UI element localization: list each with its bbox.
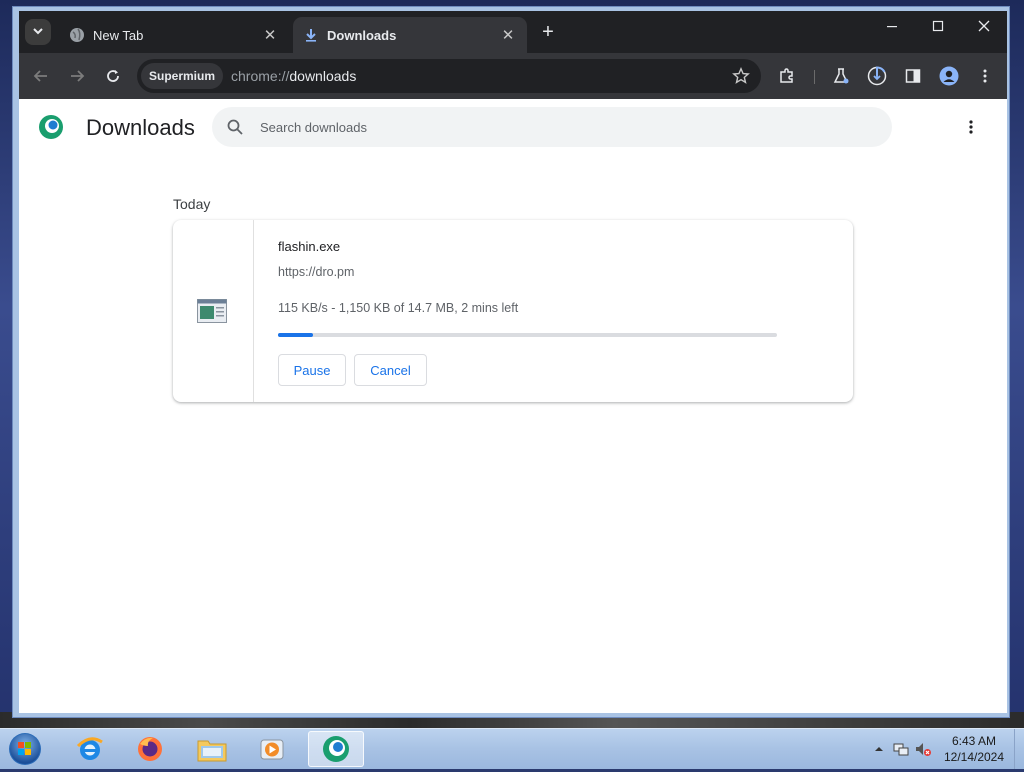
side-panel-icon	[905, 69, 921, 83]
close-icon[interactable]: ✕	[261, 26, 279, 44]
url-text[interactable]: chrome://downloads	[231, 68, 356, 84]
taskbar-app-media-player[interactable]	[244, 731, 300, 767]
avatar-icon	[939, 66, 959, 86]
system-tray	[868, 729, 934, 769]
browser-menu-button[interactable]	[973, 64, 997, 88]
tab-label: Downloads	[327, 27, 397, 43]
browser-toolbar: Supermium chrome://downloads	[19, 53, 1007, 99]
search-input[interactable]	[258, 118, 862, 136]
tab-downloads[interactable]: Downloads ✕	[293, 17, 527, 53]
download-progress-icon	[867, 66, 887, 86]
chevron-down-icon	[32, 25, 44, 40]
reload-button[interactable]	[101, 64, 125, 88]
window-controls	[869, 11, 1007, 41]
show-hidden-icons-button[interactable]	[868, 738, 890, 760]
more-vert-icon	[983, 69, 987, 83]
date-heading: Today	[173, 196, 211, 212]
star-icon	[732, 67, 750, 84]
taskbar: 6:43 AM 12/14/2024	[0, 728, 1024, 769]
firefox-icon	[138, 737, 162, 761]
cancel-button[interactable]: Cancel	[354, 354, 427, 386]
downloads-toolbar-button[interactable]	[865, 64, 889, 88]
url-host: downloads	[289, 68, 357, 84]
executable-file-icon	[197, 299, 227, 323]
download-item: flashin.exe https://dro.pm 115 KB/s - 1,…	[173, 220, 853, 402]
flask-icon	[833, 68, 849, 84]
globe-icon	[69, 27, 85, 43]
file-explorer-icon	[197, 740, 227, 762]
download-status: 115 KB/s - 1,150 KB of 14.7 MB, 2 mins l…	[278, 301, 519, 315]
labs-button[interactable]	[829, 64, 853, 88]
taskbar-app-internet-explorer[interactable]	[62, 731, 118, 767]
reload-icon	[107, 70, 119, 82]
minimize-icon	[887, 26, 897, 28]
taskbar-app-firefox[interactable]	[122, 731, 178, 767]
browser-frame: New Tab ✕ Downloads ✕ + Supermium chrome…	[19, 11, 1007, 713]
network-tray-button[interactable]	[890, 738, 912, 760]
internet-explorer-icon	[76, 737, 103, 760]
maximize-icon	[932, 20, 944, 32]
media-player-icon	[260, 739, 284, 760]
extensions-button[interactable]	[775, 64, 799, 88]
downloads-page: Downloads Today flashin.exe	[19, 99, 1007, 713]
address-bar[interactable]: Supermium chrome://downloads	[137, 59, 761, 93]
volume-muted-icon	[916, 743, 931, 756]
clock-date: 12/14/2024	[943, 750, 1005, 764]
close-window-button[interactable]	[961, 11, 1007, 41]
page-title: Downloads	[86, 115, 195, 140]
close-icon[interactable]: ✕	[499, 26, 517, 44]
pause-button[interactable]: Pause	[278, 354, 346, 386]
puzzle-icon	[780, 68, 793, 83]
start-button[interactable]	[6, 731, 44, 767]
file-icon-column	[173, 220, 254, 402]
arrow-left-icon	[33, 70, 47, 82]
supermium-logo-icon	[37, 113, 65, 141]
side-panel-button[interactable]	[901, 64, 925, 88]
download-details: flashin.exe https://dro.pm 115 KB/s - 1,…	[278, 220, 838, 402]
minimize-button[interactable]	[869, 11, 915, 41]
bookmark-star-button[interactable]	[729, 64, 753, 88]
chevron-up-icon	[875, 747, 883, 751]
supermium-icon	[323, 736, 349, 762]
profile-button[interactable]	[937, 64, 961, 88]
tab-new-tab[interactable]: New Tab ✕	[59, 17, 289, 53]
show-desktop-button[interactable]	[1014, 729, 1024, 769]
progress-bar	[278, 333, 777, 337]
clock-time: 6:43 AM	[951, 734, 997, 748]
toolbar-divider	[814, 70, 815, 84]
back-button[interactable]	[29, 64, 53, 88]
volume-tray-button[interactable]	[912, 738, 934, 760]
arrow-right-icon	[71, 70, 85, 82]
search-icon	[227, 119, 243, 135]
maximize-button[interactable]	[915, 11, 961, 41]
plus-icon: +	[542, 20, 554, 43]
tab-search-button[interactable]	[25, 19, 51, 45]
new-tab-button[interactable]: +	[537, 21, 559, 43]
more-actions-button[interactable]	[961, 117, 981, 137]
close-icon	[978, 20, 990, 32]
download-icon	[303, 27, 319, 43]
taskbar-app-supermium[interactable]	[308, 731, 364, 767]
forward-button[interactable]	[65, 64, 89, 88]
search-bar[interactable]	[212, 107, 892, 147]
network-icon	[893, 743, 909, 756]
site-chip[interactable]: Supermium	[141, 63, 224, 89]
source-url-link[interactable]: https://dro.pm	[278, 265, 354, 279]
url-scheme: chrome://	[231, 68, 290, 84]
file-name-link[interactable]: flashin.exe	[278, 239, 340, 254]
page-header: Downloads	[19, 99, 1007, 155]
more-vert-icon	[969, 120, 973, 134]
browser-window: New Tab ✕ Downloads ✕ + Supermium chrome…	[12, 6, 1010, 718]
windows-logo-icon	[9, 733, 41, 765]
progress-bar-fill	[278, 333, 313, 337]
taskbar-clock[interactable]: 6:43 AM 12/14/2024	[938, 733, 1010, 765]
taskbar-app-file-explorer[interactable]	[184, 731, 240, 767]
tab-strip: New Tab ✕ Downloads ✕ +	[19, 11, 1007, 53]
tab-label: New Tab	[93, 27, 144, 43]
